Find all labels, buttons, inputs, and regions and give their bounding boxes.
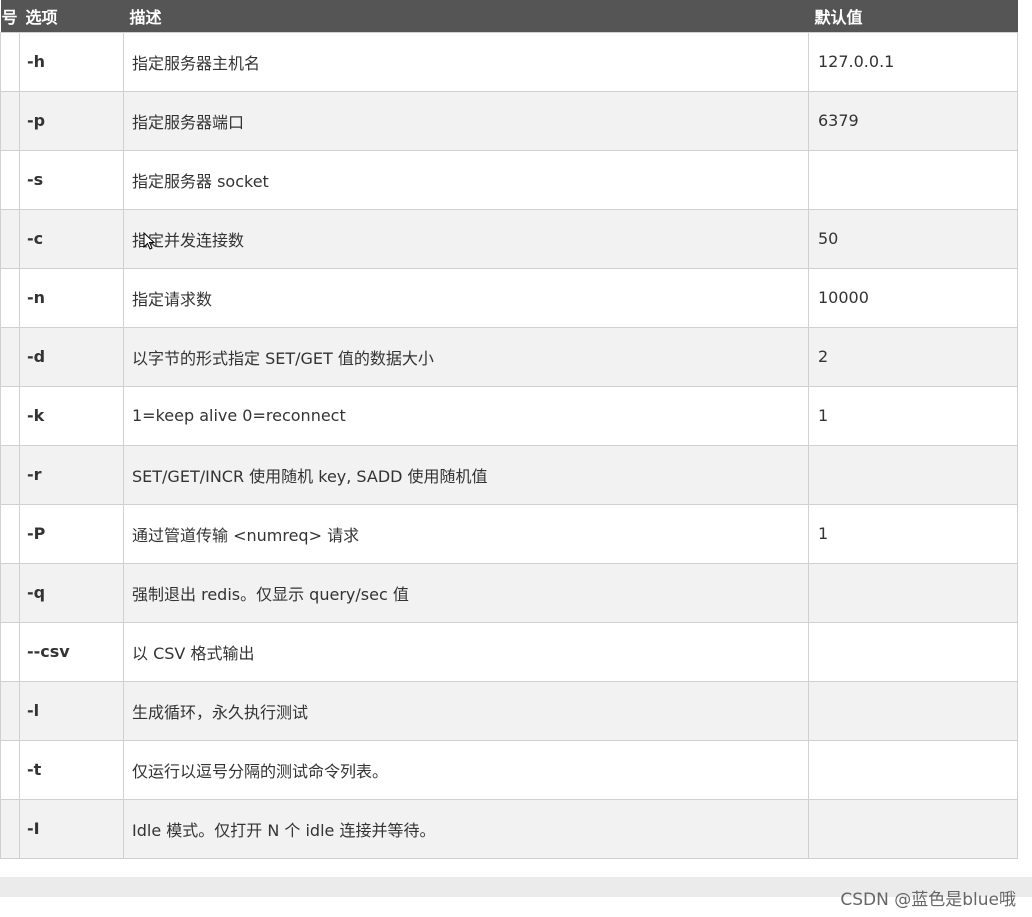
option-cell: -l xyxy=(19,680,124,741)
table-row: -d 以字节的形式指定 SET/GET 值的数据大小 2 xyxy=(0,326,1018,387)
page: 号 选项 描述 默认值 -h 指定服务器主机名 127.0.0.1 -p 指定服… xyxy=(0,0,1032,917)
default-cell: 1 xyxy=(808,385,1018,446)
table-row: -l 生成循环，永久执行测试 xyxy=(0,680,1018,741)
mouse-pointer-icon xyxy=(143,232,155,250)
header-default: 默认值 xyxy=(814,7,863,27)
watermark: CSDN @蓝色是blue哦 xyxy=(840,890,1016,910)
option-cell: -q xyxy=(19,562,124,623)
table-row: -n 指定请求数 10000 xyxy=(0,267,1018,328)
row-num-cell xyxy=(0,680,20,741)
default-cell xyxy=(808,680,1018,741)
table-row: -I Idle 模式。仅打开 N 个 idle 连接并等待。 xyxy=(0,798,1018,859)
description-cell: 强制退出 redis。仅显示 query/sec 值 xyxy=(123,562,809,623)
table-row: -q 强制退出 redis。仅显示 query/sec 值 xyxy=(0,562,1018,623)
row-num-cell xyxy=(0,149,20,210)
default-cell: 127.0.0.1 xyxy=(808,31,1018,92)
header-description: 描述 xyxy=(129,7,162,27)
option-cell: --csv xyxy=(19,621,124,682)
row-num-cell xyxy=(0,562,20,623)
table-row: -p 指定服务器端口 6379 xyxy=(0,90,1018,151)
table-row: -r SET/GET/INCR 使用随机 key, SADD 使用随机值 xyxy=(0,444,1018,505)
description-cell: 指定请求数 xyxy=(123,267,809,328)
default-cell: 50 xyxy=(808,208,1018,269)
default-cell xyxy=(808,798,1018,859)
option-cell: -P xyxy=(19,503,124,564)
option-cell: -r xyxy=(19,444,124,505)
option-cell: -s xyxy=(19,149,124,210)
row-num-cell xyxy=(0,503,20,564)
description-cell: 1=keep alive 0=reconnect xyxy=(123,385,809,446)
header-row: 号 选项 描述 默认值 xyxy=(0,0,1018,32)
options-table: 号 选项 描述 默认值 -h 指定服务器主机名 127.0.0.1 -p 指定服… xyxy=(0,0,1018,859)
row-num-cell xyxy=(0,90,20,151)
row-num-cell xyxy=(0,267,20,328)
description-cell: 生成循环，永久执行测试 xyxy=(123,680,809,741)
row-num-cell xyxy=(0,326,20,387)
option-cell: -I xyxy=(19,798,124,859)
option-cell: -d xyxy=(19,326,124,387)
row-num-cell xyxy=(0,208,20,269)
row-num-cell xyxy=(0,385,20,446)
description-cell: 指定并发连接数 xyxy=(123,208,809,269)
row-num-cell xyxy=(0,444,20,505)
description-cell: 指定服务器主机名 xyxy=(123,31,809,92)
default-cell xyxy=(808,149,1018,210)
option-cell: -p xyxy=(19,90,124,151)
option-cell: -c xyxy=(19,208,124,269)
default-cell xyxy=(808,444,1018,505)
table-row: -s 指定服务器 socket xyxy=(0,149,1018,210)
default-cell xyxy=(808,739,1018,800)
description-cell: 指定服务器 socket xyxy=(123,149,809,210)
default-cell: 1 xyxy=(808,503,1018,564)
row-num-cell xyxy=(0,31,20,92)
option-cell: -k xyxy=(19,385,124,446)
row-num-cell xyxy=(0,798,20,859)
option-cell: -t xyxy=(19,739,124,800)
table-row: -t 仅运行以逗号分隔的测试命令列表。 xyxy=(0,739,1018,800)
description-cell: 以字节的形式指定 SET/GET 值的数据大小 xyxy=(123,326,809,387)
row-num-cell xyxy=(0,621,20,682)
description-cell: 以 CSV 格式输出 xyxy=(123,621,809,682)
description-cell: 仅运行以逗号分隔的测试命令列表。 xyxy=(123,739,809,800)
option-cell: -h xyxy=(19,31,124,92)
default-cell xyxy=(808,562,1018,623)
option-cell: -n xyxy=(19,267,124,328)
default-cell: 10000 xyxy=(808,267,1018,328)
table-body: -h 指定服务器主机名 127.0.0.1 -p 指定服务器端口 6379 -s… xyxy=(0,31,1018,859)
description-cell: 指定服务器端口 xyxy=(123,90,809,151)
default-cell: 2 xyxy=(808,326,1018,387)
header-num: 号 xyxy=(1,7,18,27)
description-cell: SET/GET/INCR 使用随机 key, SADD 使用随机值 xyxy=(123,444,809,505)
header-option: 选项 xyxy=(25,7,58,27)
default-cell: 6379 xyxy=(808,90,1018,151)
table-row: -h 指定服务器主机名 127.0.0.1 xyxy=(0,31,1018,92)
description-cell: Idle 模式。仅打开 N 个 idle 连接并等待。 xyxy=(123,798,809,859)
description-cell: 通过管道传输 <numreq> 请求 xyxy=(123,503,809,564)
table-row: -k 1=keep alive 0=reconnect 1 xyxy=(0,385,1018,446)
row-num-cell xyxy=(0,739,20,800)
table-header: 号 选项 描述 默认值 xyxy=(0,0,1018,32)
table-row: --csv 以 CSV 格式输出 xyxy=(0,621,1018,682)
default-cell xyxy=(808,621,1018,682)
table-row: -P 通过管道传输 <numreq> 请求 1 xyxy=(0,503,1018,564)
